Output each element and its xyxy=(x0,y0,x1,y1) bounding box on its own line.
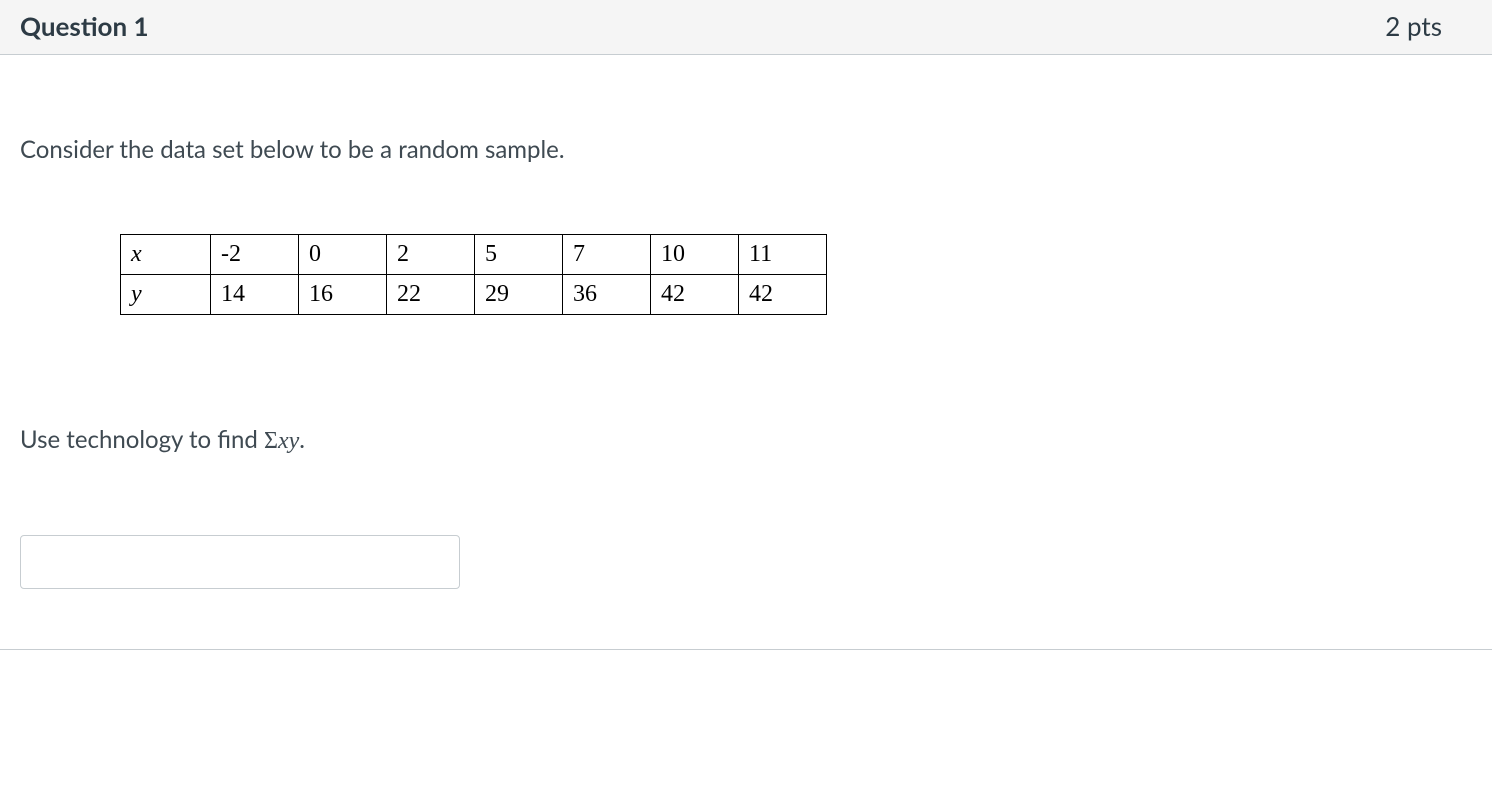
table-cell: 5 xyxy=(475,235,563,275)
question-body: Consider the data set below to be a rand… xyxy=(0,55,1492,650)
table-cell: 0 xyxy=(299,235,387,275)
table-cell: 14 xyxy=(211,275,299,315)
question-points: 2 pts xyxy=(1385,10,1472,42)
row-label-y: y xyxy=(121,275,211,315)
period: . xyxy=(299,425,305,454)
instruction-prefix: Use technology to find xyxy=(20,425,264,454)
row-label-x: x xyxy=(121,235,211,275)
table-cell: -2 xyxy=(211,235,299,275)
table-row: x -2 0 2 5 7 10 11 xyxy=(121,235,827,275)
table-cell: 42 xyxy=(739,275,827,315)
question-title: Question 1 xyxy=(20,10,149,42)
prompt-text: Consider the data set below to be a rand… xyxy=(20,135,1472,164)
table-cell: 16 xyxy=(299,275,387,315)
table-cell: 22 xyxy=(387,275,475,315)
question-header: Question 1 2 pts xyxy=(0,0,1492,55)
table-cell: 36 xyxy=(563,275,651,315)
table-cell: 29 xyxy=(475,275,563,315)
table-row: y 14 16 22 29 36 42 42 xyxy=(121,275,827,315)
question-container: Question 1 2 pts Consider the data set b… xyxy=(0,0,1492,650)
instruction-text: Use technology to find Σxy. xyxy=(20,425,1472,455)
sigma-symbol: Σ xyxy=(264,428,278,454)
xy-variable: xy xyxy=(278,428,299,454)
answer-input[interactable] xyxy=(20,535,460,589)
table-cell: 11 xyxy=(739,235,827,275)
data-table: x -2 0 2 5 7 10 11 y 14 16 22 29 36 42 4… xyxy=(120,234,827,315)
table-cell: 10 xyxy=(651,235,739,275)
table-cell: 2 xyxy=(387,235,475,275)
table-cell: 7 xyxy=(563,235,651,275)
table-cell: 42 xyxy=(651,275,739,315)
